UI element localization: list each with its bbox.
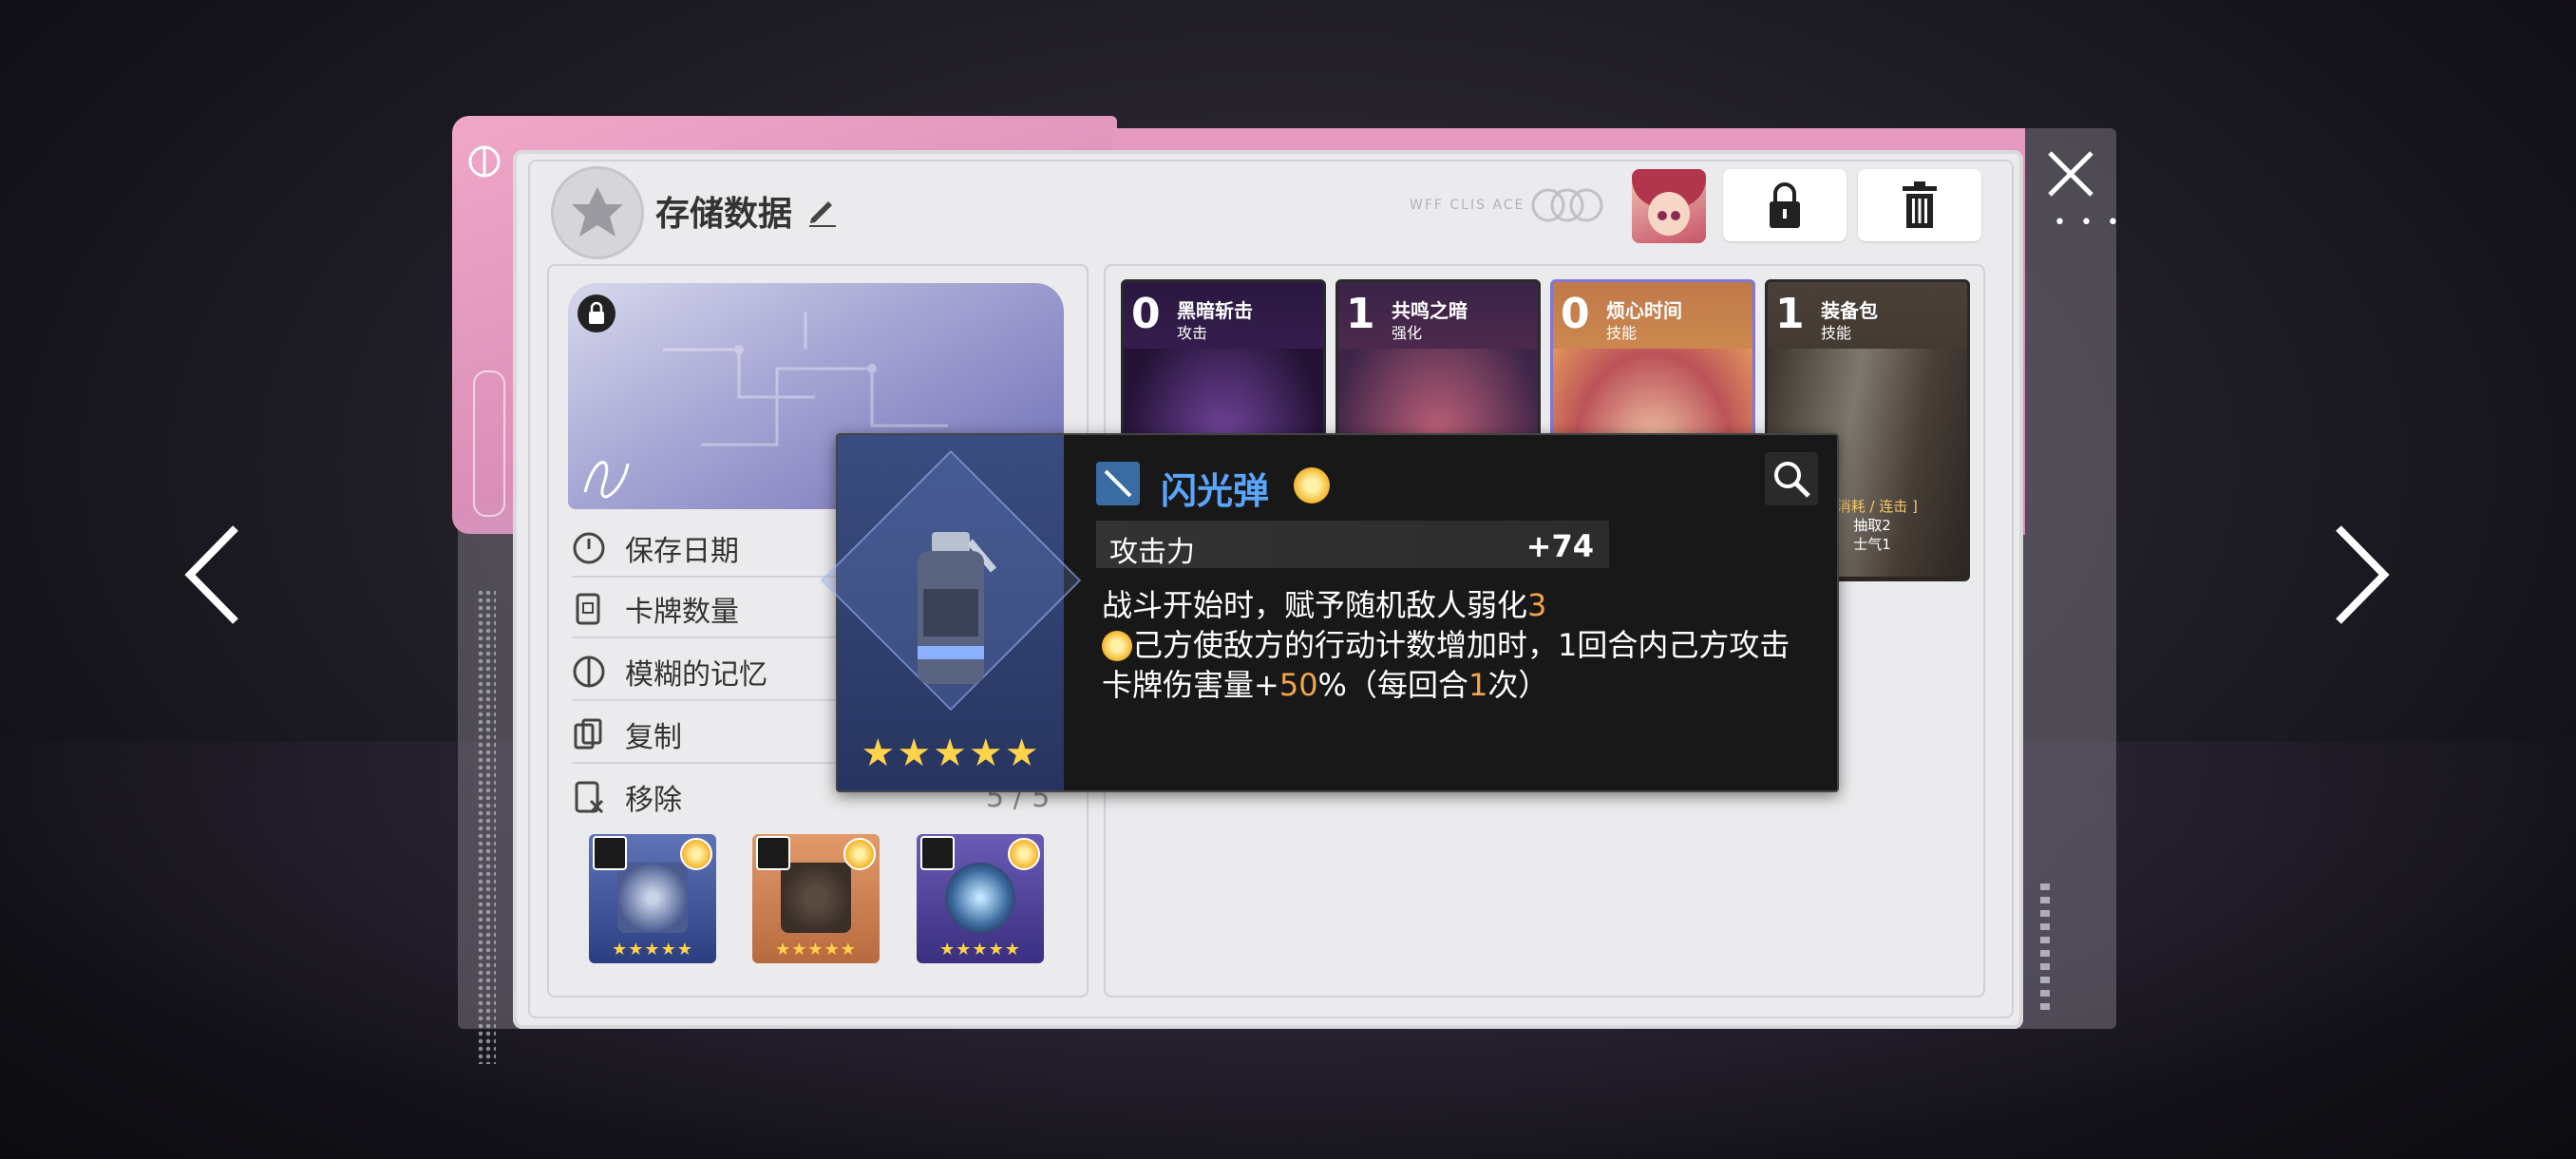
more-dots-icon: • • • xyxy=(2054,211,2123,235)
info-row-label: 移除 xyxy=(625,784,682,817)
info-row-label: 复制 xyxy=(625,721,682,754)
card-type: 技能 xyxy=(1606,324,1638,342)
close-button[interactable] xyxy=(2044,147,2097,200)
rail-dots xyxy=(477,589,496,1064)
grenade-icon xyxy=(918,532,997,684)
orb-icon xyxy=(945,863,1015,933)
avatar-eye xyxy=(1671,211,1680,220)
card-type: 强化 xyxy=(1392,324,1423,342)
grenade-icon xyxy=(617,863,688,933)
rings-decoration-icon xyxy=(1531,188,1603,222)
desc-highlight: 3 xyxy=(1527,587,1547,623)
tooltip-desc-line1: 战斗开始时，赋予随机敌人弱化3 xyxy=(1102,585,1805,625)
desc-text: %（每回合 xyxy=(1317,667,1468,703)
card-cost: 1 xyxy=(1775,290,1805,338)
sword-icon xyxy=(593,836,627,870)
stat-value: +74 xyxy=(1525,528,1594,564)
avatar-eye xyxy=(1657,211,1667,220)
info-row-label: 保存日期 xyxy=(625,535,739,568)
ring-icon xyxy=(920,836,955,870)
card-name: 共鸣之暗 xyxy=(1392,299,1468,322)
banner-lock-icon xyxy=(578,294,616,332)
desc-highlight: 1 xyxy=(1468,667,1488,703)
star-rating: ★★★★★ xyxy=(939,940,1021,960)
sun-icon xyxy=(843,838,876,870)
equipment-slot-ring[interactable]: ★★★★★ xyxy=(917,834,1044,963)
card-cost: 0 xyxy=(1131,290,1161,338)
card-name: 黑暗斩击 xyxy=(1177,299,1253,322)
next-arrow-button[interactable] xyxy=(2327,522,2394,627)
desc-text: 次） xyxy=(1487,667,1549,703)
brain-icon xyxy=(468,145,501,178)
signature-emblem-icon xyxy=(583,461,630,499)
clock-icon xyxy=(573,532,605,564)
edit-pencil-icon[interactable] xyxy=(804,192,840,228)
search-icon[interactable] xyxy=(1765,452,1818,505)
card-cost: 1 xyxy=(1346,290,1375,338)
sun-icon xyxy=(680,838,712,870)
star-emblem-icon xyxy=(551,166,644,259)
lock-button[interactable] xyxy=(1723,169,1847,241)
sun-icon xyxy=(1294,467,1330,504)
chevron-right-icon xyxy=(2336,525,2390,624)
delete-button[interactable] xyxy=(1858,169,1981,241)
equipment-slot-armor[interactable]: ★★★★★ xyxy=(752,834,880,963)
page-title: 存储数据 xyxy=(655,195,793,234)
faint-caption: WFF CLIS ACE xyxy=(1410,198,1525,213)
desc-text: 战斗开始时，赋予随机敌人弱化 xyxy=(1102,587,1528,623)
armor-crate-icon xyxy=(781,863,851,933)
attack-stat-bar: 攻击力 +74 xyxy=(1096,521,1609,569)
item-tooltip: ★★★★★ 闪光弹 攻击力 +74 战斗开始时，赋予随机敌人弱化3 己方使敌方的… xyxy=(820,433,1839,792)
card-name: 烦心时间 xyxy=(1606,299,1682,322)
armor-icon xyxy=(756,836,790,870)
chevron-left-icon xyxy=(184,525,238,624)
rail-label xyxy=(473,370,505,517)
info-row-label: 模糊的记忆 xyxy=(625,658,767,692)
brain-icon xyxy=(573,656,605,688)
lock-icon xyxy=(1770,182,1800,228)
trash-icon xyxy=(1903,181,1937,228)
tooltip-description: 战斗开始时，赋予随机敌人弱化3 己方使敌方的行动计数增加时，1回合内己方攻击卡牌… xyxy=(1102,585,1805,705)
stat-name: 攻击力 xyxy=(1109,536,1195,569)
left-rail xyxy=(458,133,515,1064)
card-count-icon xyxy=(576,593,600,625)
tooltip-item-image: ★★★★★ xyxy=(820,435,1082,790)
star-rating: ★★★★★ xyxy=(612,940,693,960)
avatar-face xyxy=(1648,192,1690,236)
card-name: 装备包 xyxy=(1821,299,1878,322)
card-type: 攻击 xyxy=(1177,324,1208,342)
previous-arrow-button[interactable] xyxy=(180,522,247,627)
desc-highlight: 50 xyxy=(1279,667,1318,703)
star-rating: ★★★★★ xyxy=(775,940,857,960)
info-row-label: 卡牌数量 xyxy=(625,596,739,629)
sword-icon xyxy=(1096,462,1140,505)
sun-icon xyxy=(1102,631,1132,661)
card-type: 技能 xyxy=(1821,324,1852,342)
tooltip-star-rating: ★★★★★ xyxy=(861,732,1041,775)
tooltip-desc-line2: 己方使敌方的行动计数增加时，1回合内己方攻击卡牌伤害量+50%（每回合1次） xyxy=(1102,625,1805,705)
tooltip-title: 闪光弹 xyxy=(1161,470,1270,512)
card-cost: 0 xyxy=(1561,290,1590,338)
scroll-indicator[interactable] xyxy=(2040,884,2050,1016)
remove-icon xyxy=(575,781,604,814)
copy-icon xyxy=(574,718,602,750)
character-avatar-button[interactable] xyxy=(1632,169,1706,243)
equipment-slot-weapon[interactable]: ★★★★★ xyxy=(589,834,716,963)
sun-icon xyxy=(1008,838,1040,870)
